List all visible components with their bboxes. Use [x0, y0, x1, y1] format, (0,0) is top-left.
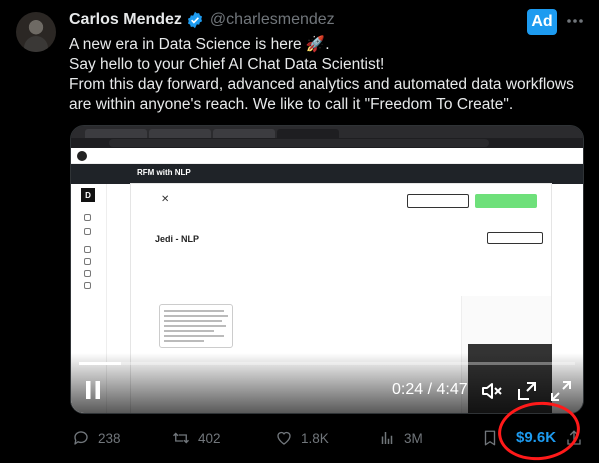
tweet: Carlos Mendez @charlesmendez Ad A new er…: [0, 0, 599, 463]
tweet-line: A new era in Data Science is here 🚀.: [69, 36, 330, 53]
views-chart-icon: [381, 432, 393, 444]
like-count: 1.8K: [301, 430, 329, 446]
sidebar-icon: [84, 258, 91, 265]
video-frame-browser-chrome: [71, 126, 583, 148]
app-logo-icon: [77, 151, 87, 161]
sidebar-logo: D: [81, 188, 95, 202]
views-button[interactable]: 3M: [378, 425, 423, 451]
browser-tab: [277, 129, 339, 138]
like-button[interactable]: 1.8K: [275, 425, 329, 451]
fullscreen-icon[interactable]: [549, 379, 573, 403]
browser-tab: [85, 129, 147, 138]
video-progress-fill: [79, 362, 122, 365]
panel-reset-button: [487, 232, 543, 244]
sidebar-icon: [84, 270, 91, 277]
avatar[interactable]: [16, 12, 56, 52]
browser-tab: [213, 129, 275, 138]
bookmark-icon: [484, 430, 496, 446]
reply-icon: [74, 431, 88, 445]
close-icon: ✕: [161, 194, 170, 205]
repost-icon: [173, 432, 189, 444]
picture-in-picture-icon[interactable]: [515, 379, 539, 403]
sidebar-icon: [84, 282, 91, 289]
video-time: 0:24 / 4:47: [392, 381, 468, 398]
tweet-header: Carlos Mendez @charlesmendez: [69, 11, 335, 29]
tweet-line: are within anyone's reach. We like to ca…: [69, 96, 514, 113]
video-progress-bar[interactable]: [79, 362, 575, 365]
repost-button[interactable]: 402: [172, 425, 221, 451]
heart-icon: [277, 431, 291, 445]
browser-tab: [149, 129, 211, 138]
tweet-line: From this day forward, advanced analytic…: [69, 76, 574, 93]
chat-message: [159, 304, 233, 348]
sidebar-icon: [84, 214, 91, 221]
sidebar-icon: [84, 246, 91, 253]
tweet-line: Say hello to your Chief AI Chat Data Sci…: [69, 56, 385, 73]
app-title-bar: RFM with NLP: [71, 164, 583, 184]
more-options-icon[interactable]: [565, 11, 585, 31]
panel-outline-button: [407, 194, 469, 208]
ad-badge: Ad: [527, 9, 557, 35]
author-handle[interactable]: @charlesmendez: [210, 11, 335, 29]
bookmark-button[interactable]: [481, 425, 499, 451]
video-player[interactable]: RFM with NLP D ✕ Jedi - NLP 0:24 / 4:47: [70, 125, 584, 414]
repost-count: 402: [198, 430, 221, 446]
mute-icon[interactable]: [481, 380, 503, 402]
verified-badge-icon[interactable]: [186, 11, 204, 29]
sidebar-icon: [84, 228, 91, 235]
reply-button[interactable]: 238: [72, 425, 121, 451]
app-title: RFM with NLP: [137, 168, 191, 177]
panel-title: Jedi - NLP: [155, 234, 200, 244]
app-top-bar: [71, 148, 583, 164]
tweet-text: A new era in Data Science is here 🚀. Say…: [69, 35, 589, 115]
pause-icon[interactable]: [83, 379, 103, 401]
browser-url-field: [109, 139, 489, 147]
author-name[interactable]: Carlos Mendez: [69, 11, 182, 29]
views-count: 3M: [404, 430, 423, 446]
reply-count: 238: [98, 430, 121, 446]
panel-primary-button: [475, 194, 537, 208]
